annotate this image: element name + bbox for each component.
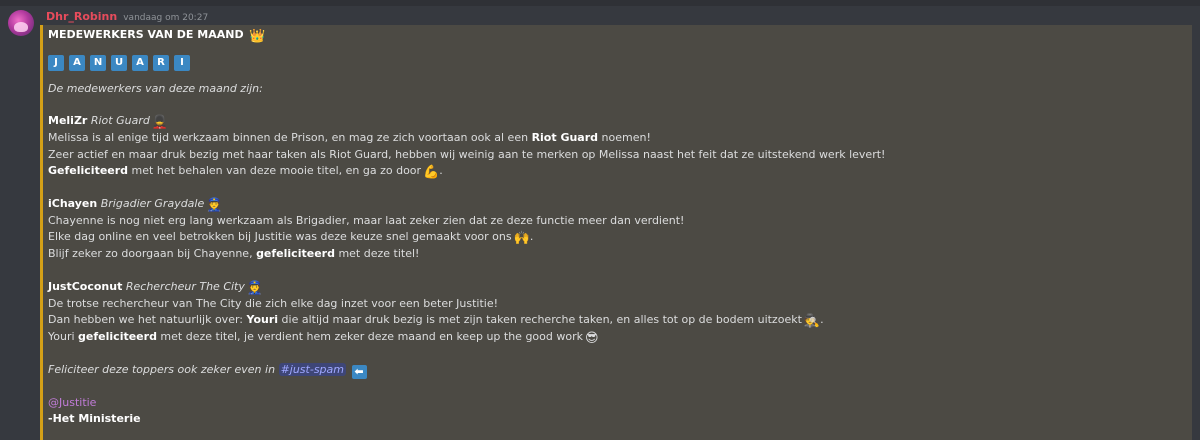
- left-arrow-icon: ⬅: [351, 365, 367, 380]
- employee-role: Brigadier Graydale: [100, 196, 205, 210]
- letter-j-icon: J: [48, 55, 64, 71]
- employee-role: Riot Guard: [90, 114, 150, 128]
- letter-i-icon: I: [174, 55, 190, 71]
- embed-title-line: MEDEWERKERS VAN DE MAAND 👑: [48, 27, 1192, 44]
- message-embed: MEDEWERKERS VAN DE MAAND 👑 J A N U A R I…: [40, 25, 1192, 440]
- body-line: Blijf zeker zo doorgaan bij Chayenne, ge…: [48, 247, 420, 261]
- police-officer-icon: 👮: [206, 197, 223, 213]
- crown-icon: 👑: [249, 29, 266, 44]
- employee-heading: MeliZr Riot Guard 💂: [48, 113, 1192, 130]
- employee-name: iChayen: [48, 196, 98, 210]
- letter-a-icon: A: [69, 55, 85, 71]
- letter-n-icon: N: [90, 55, 106, 71]
- raised-hands-icon: 🙌: [513, 231, 530, 247]
- employee-name: MeliZr: [48, 114, 88, 128]
- message-header: Dhr_Robinn vandaag om 20:27: [46, 10, 208, 26]
- letter-a-icon: A: [132, 55, 148, 71]
- embed-title: MEDEWERKERS VAN DE MAAND: [48, 28, 244, 41]
- body-line: Youri gefeliciteerd met deze titel, je v…: [48, 329, 599, 346]
- letter-r-icon: R: [153, 55, 169, 71]
- username[interactable]: Dhr_Robinn: [46, 10, 117, 23]
- timestamp: vandaag om 20:27: [123, 13, 209, 23]
- role-mention[interactable]: @Justitie: [48, 395, 1192, 411]
- detective-icon: 🕵: [803, 313, 821, 329]
- top-bar: [0, 0, 1200, 6]
- guard-icon: 💂: [151, 115, 169, 131]
- employee-name: JustCoconut: [48, 279, 123, 293]
- closing-line: Feliciteer deze toppers ook zeker even i…: [48, 362, 1192, 380]
- body-line: Chayenne is nog niet erg lang werkzaam a…: [48, 213, 685, 227]
- body-line: Zeer actief en maar druk bezig met haar …: [48, 147, 886, 161]
- employee-heading: iChayen Brigadier Graydale 👮: [48, 196, 1192, 213]
- employee-heading: JustCoconut Rechercheur The City 👮: [48, 279, 1192, 296]
- letter-u-icon: U: [111, 55, 127, 71]
- month-letters: J A N U A R I: [48, 55, 1192, 73]
- signature: -Het Ministerie: [48, 412, 141, 426]
- body-line: Elke dag online en veel betrokken bij Ju…: [48, 230, 534, 247]
- flexed-biceps-icon: 💪: [423, 164, 440, 180]
- user-avatar[interactable]: [8, 10, 34, 36]
- intro-text: De medewerkers van deze maand zijn:: [48, 82, 263, 95]
- sunglasses-icon: 😎: [585, 330, 599, 346]
- channel-link[interactable]: #just-spam: [278, 362, 346, 376]
- body-line: Dan hebben we het natuurlijk over: Youri…: [48, 312, 824, 329]
- body-line: De trotse rechercheur van The City die z…: [48, 296, 498, 310]
- employee-role: Rechercheur The City: [125, 279, 245, 293]
- body-line: Melissa is al enige tijd werkzaam binnen…: [48, 131, 651, 145]
- police-officer-icon: 👮: [246, 280, 264, 296]
- body-line: Gefeliciteerd met het behalen van deze m…: [48, 163, 443, 180]
